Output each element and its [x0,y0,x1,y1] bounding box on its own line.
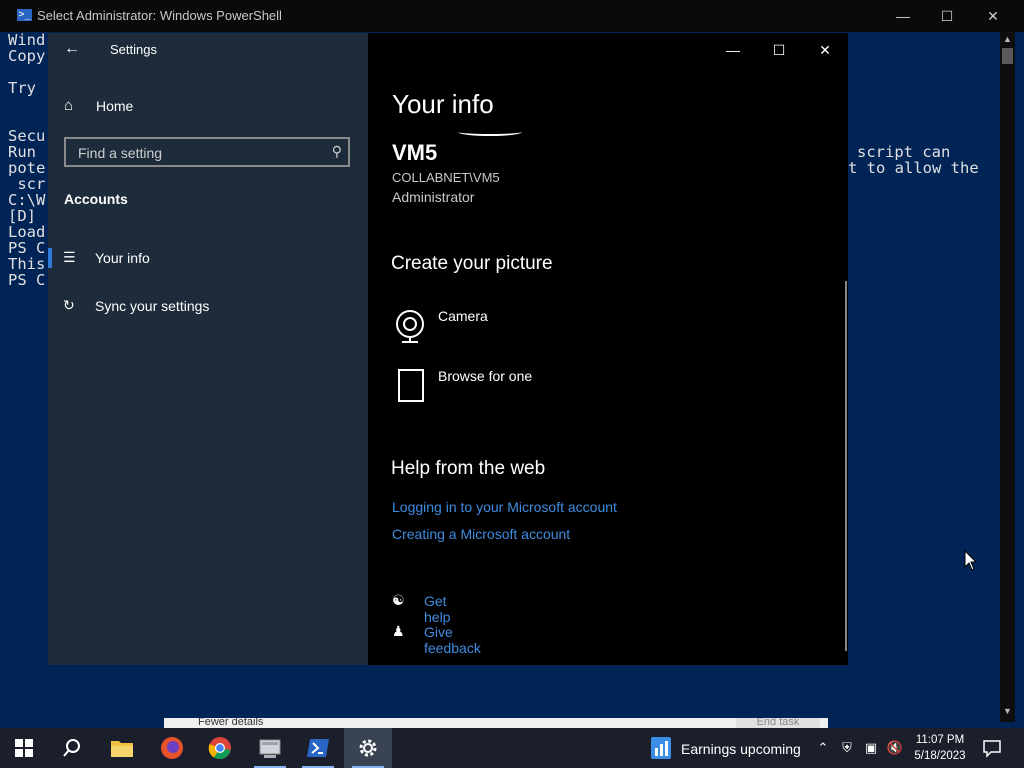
console-scrollbar[interactable]: ▲ ▼ [1000,32,1015,722]
settings-titlebar[interactable]: ← Settings [48,33,368,65]
back-arrow-icon: ← [64,40,80,57]
network-icon[interactable]: ▣ [862,740,880,756]
taskbar-powershell[interactable] [294,728,342,768]
help-heading: Help from the web [391,458,546,479]
search-icon [63,739,80,757]
taskbar-settings[interactable] [344,728,392,768]
settings-content-pane: — ☐ ✕ Your info VM5 COLLABNET\VM5 Admini… [368,33,848,665]
nav-item-label: Sync your settings [95,298,210,314]
powershell-titlebar[interactable]: >_ Select Administrator: Windows PowerSh… [0,0,1024,32]
scrollbar-thumb[interactable] [1002,48,1013,64]
console-line: scr [8,175,46,193]
scroll-down-icon[interactable]: ▼ [1002,706,1013,717]
taskbar: Earnings upcoming ⌃ ⛨ ▣ 🔇 11:07 PM 5/18/… [0,728,1024,768]
console-line: [D] [8,207,36,225]
console-line: Copy [8,47,46,65]
get-help-label: Get help [424,593,451,625]
news-chart-icon [651,737,671,759]
settings-nav-pane: ← Settings ⌂ Home ⚲ Accounts ☰ Your info… [48,33,368,665]
content-scrollbar[interactable] [845,281,847,651]
browse-label: Browse for one [438,368,533,384]
gear-icon [359,739,377,757]
file-icon [398,369,424,402]
taskbar-file-explorer[interactable] [98,728,146,768]
console-line: Load [8,223,46,241]
console-line: PS C [8,239,46,257]
settings-title: Settings [110,42,157,57]
create-picture-heading: Create your picture [391,253,553,274]
notification-icon[interactable] [980,736,1004,760]
give-feedback-label: Give feedback [424,624,481,656]
task-manager-strip: Fewer details End task [164,718,828,728]
powershell-icon: >_ [17,9,32,21]
close-button[interactable]: ✕ [802,35,848,65]
contact-card-icon: ☰ [63,249,76,265]
home-icon: ⌂ [64,97,74,114]
start-button[interactable] [0,728,48,768]
link-logging-in[interactable]: Logging in to your Microsoft account [392,499,617,515]
search-icon[interactable]: ⚲ [332,143,342,160]
user-name: VM5 [392,140,438,165]
minimize-button[interactable]: — [710,35,756,65]
chevron-up-icon[interactable]: ⌃ [814,740,832,756]
maximize-button[interactable]: ☐ [924,0,970,32]
chrome-icon [208,737,231,760]
nav-item-sync-settings[interactable]: ↻ Sync your settings [48,289,368,323]
browse-option[interactable]: Browse for one [392,368,612,412]
console-line: Wind [8,31,46,49]
powershell-title: Select Administrator: Windows PowerShell [37,8,282,23]
nav-home-label: Home [96,98,134,114]
end-task-button[interactable]: End task [736,718,820,728]
console-line: C:\W [8,191,46,209]
camera-option[interactable]: Camera [392,308,612,352]
user-domain: COLLABNET\VM5 [392,170,500,185]
powershell-icon [307,739,329,757]
console-line: Try [8,79,36,97]
console-line-right: t to allow the [848,159,979,177]
search-input[interactable] [76,143,320,163]
close-button[interactable]: ✕ [970,0,1016,32]
sync-icon: ↻ [63,297,75,313]
mouse-cursor-icon [964,550,978,571]
taskbar-server-manager[interactable] [246,728,294,768]
security-shield-icon[interactable]: ⛨ [838,740,856,756]
firefox-icon [161,737,183,759]
scroll-up-icon[interactable]: ▲ [1002,34,1013,45]
search-button[interactable] [48,728,96,768]
news-label: Earnings upcoming [681,741,801,757]
taskbar-firefox[interactable] [148,728,196,768]
news-widget[interactable]: Earnings upcoming [646,728,806,768]
folder-icon [111,741,133,757]
user-role: Administrator [392,189,475,205]
link-creating-account[interactable]: Creating a Microsoft account [392,526,570,542]
nav-section-heading: Accounts [64,191,128,207]
camera-icon [396,310,424,343]
settings-window[interactable]: ← Settings ⌂ Home ⚲ Accounts ☰ Your info… [48,33,848,665]
nav-home[interactable]: ⌂ Home [48,91,368,121]
nav-item-your-info[interactable]: ☰ Your info [48,241,368,275]
system-clock[interactable]: 11:07 PM 5/18/2023 [908,732,972,764]
find-setting-search[interactable]: ⚲ [64,137,350,167]
feedback-icon: ♟ [392,623,405,639]
console-line: pote [8,159,46,177]
page-title: Your info [392,89,494,119]
help-chat-icon: ☯ [392,592,405,608]
camera-label: Camera [438,308,488,324]
console-line: Secu [8,127,46,145]
fewer-details-link[interactable]: Fewer details [198,718,263,728]
back-button[interactable]: ← [58,37,86,61]
clock-time: 11:07 PM [915,734,965,746]
console-line: Run [8,143,36,161]
volume-muted-icon[interactable]: 🔇 [886,740,904,756]
minimize-button[interactable]: — [880,0,926,32]
maximize-button[interactable]: ☐ [756,35,802,65]
avatar [458,128,522,136]
console-line: PS C [8,271,46,289]
clock-date: 5/18/2023 [914,750,966,762]
taskbar-chrome[interactable] [196,728,244,768]
console-line: This [8,255,46,273]
server-manager-icon [259,739,281,758]
windows-logo-icon [15,739,33,757]
nav-item-label: Your info [95,250,150,266]
